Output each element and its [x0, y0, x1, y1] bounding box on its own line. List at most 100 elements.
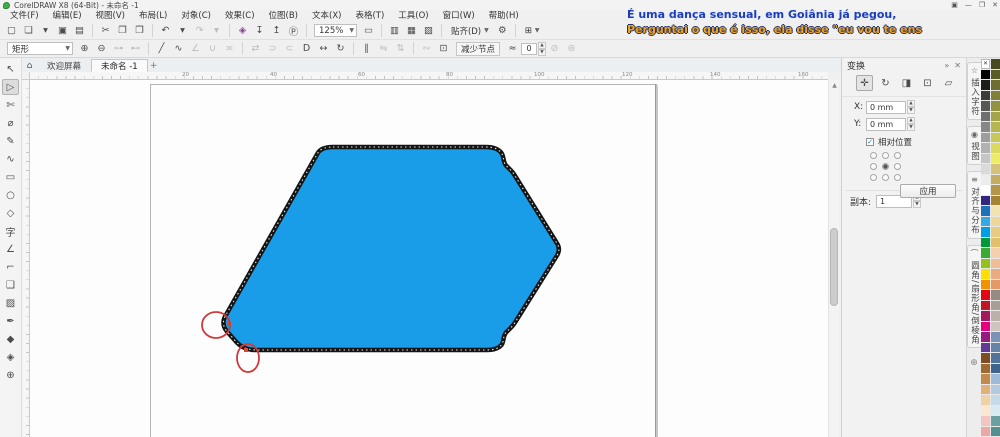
menu-item[interactable]: 帮助(H) — [482, 10, 526, 22]
add-tools-button[interactable]: ⊕ — [2, 367, 19, 383]
pick-tool[interactable]: ↖ — [2, 61, 19, 77]
color-swatch[interactable] — [981, 416, 990, 426]
docker-close-icon[interactable]: ✕ — [954, 61, 961, 70]
rotate-transform-icon[interactable]: ↻ — [877, 75, 894, 91]
color-swatch[interactable] — [991, 426, 1000, 436]
open-dropdown-icon[interactable]: ▾ — [38, 23, 53, 38]
color-swatch[interactable] — [991, 342, 1000, 352]
apply-button[interactable]: 应用 — [900, 184, 956, 198]
separator[interactable] — [353, 42, 354, 55]
delete-node-icon[interactable]: ⊖ — [94, 41, 109, 56]
color-swatch[interactable] — [981, 426, 990, 436]
color-swatch[interactable] — [991, 153, 1000, 163]
extract-subpath-icon[interactable]: ⊂ — [282, 41, 297, 56]
color-swatch[interactable] — [991, 237, 1000, 247]
color-swatch[interactable] — [991, 248, 1000, 258]
scale-mirror-transform-icon[interactable]: ◨ — [898, 75, 915, 91]
quick-customize-icon[interactable]: ⊕ — [970, 358, 978, 368]
close-button[interactable]: ✕ — [992, 0, 998, 10]
publish-pdf-icon[interactable]: Ⓟ — [286, 23, 301, 38]
color-swatch[interactable] — [981, 227, 990, 237]
color-swatch[interactable] — [991, 321, 1000, 331]
separator[interactable] — [92, 24, 93, 37]
docker-tab-view[interactable]: ◉ 视图 — [967, 126, 981, 165]
color-swatch[interactable] — [991, 363, 1000, 373]
color-swatch[interactable] — [981, 164, 990, 174]
symmetrical-node-icon[interactable]: ≍ — [222, 41, 237, 56]
color-swatch[interactable] — [981, 216, 990, 226]
color-swatch[interactable] — [991, 132, 1000, 142]
color-swatch[interactable] — [991, 279, 1000, 289]
docker-tab-corners[interactable]: ⌒ 圆角/扇形角/倒棱角 — [967, 244, 981, 349]
color-swatch[interactable] — [991, 143, 1000, 153]
color-swatch[interactable] — [991, 311, 1000, 321]
break-curve-icon[interactable]: ⊷ — [128, 41, 143, 56]
anchor-radio[interactable] — [882, 174, 889, 181]
docker-collapse-icon[interactable]: » — [944, 61, 949, 70]
docker-tab-align-distribute[interactable]: ≡ 对齐与分布 — [967, 171, 981, 239]
save-icon[interactable]: ▣ — [55, 23, 70, 38]
menu-item[interactable]: 工具(O) — [391, 10, 435, 22]
zoom-level-combo[interactable]: 125% ▼ — [314, 24, 357, 37]
color-swatch[interactable] — [991, 122, 1000, 132]
color-swatch[interactable] — [981, 122, 990, 132]
tab-untitled-1[interactable]: 未命名 -1 — [91, 59, 148, 72]
ruler-origin[interactable] — [22, 72, 30, 80]
show-rulers-icon[interactable]: ▥ — [387, 23, 402, 38]
options-gear-icon[interactable]: ⚙ — [495, 23, 510, 38]
color-swatch[interactable] — [981, 59, 990, 69]
anchor-radio[interactable] — [870, 174, 877, 181]
color-swatch[interactable] — [981, 332, 990, 342]
color-swatch[interactable] — [991, 395, 1000, 405]
color-swatch[interactable] — [991, 300, 1000, 310]
color-swatch[interactable] — [981, 374, 990, 384]
transparency-tool[interactable]: ▨ — [2, 295, 19, 311]
color-swatch[interactable] — [981, 321, 990, 331]
reverse-direction-icon[interactable]: ⇄ — [248, 41, 263, 56]
ellipse-tool[interactable]: ○ — [2, 187, 19, 203]
color-swatch[interactable] — [981, 353, 990, 363]
application-launcher-button[interactable]: ⊞ ▼ — [520, 24, 545, 38]
color-swatch[interactable] — [981, 395, 990, 405]
color-swatch[interactable] — [981, 69, 990, 79]
color-swatch[interactable] — [981, 269, 990, 279]
redo-icon[interactable]: ↷ — [192, 23, 207, 38]
menu-item[interactable]: 对象(C) — [174, 10, 218, 22]
elastic-mode-icon[interactable]: ∾ — [419, 41, 434, 56]
separator[interactable] — [152, 24, 153, 37]
color-swatch[interactable] — [981, 363, 990, 373]
color-swatch[interactable] — [991, 59, 1000, 69]
color-swatch[interactable] — [991, 269, 1000, 279]
reduce-nodes-button[interactable]: 减少节点 — [456, 41, 501, 56]
smart-fill-tool[interactable]: ◈ — [2, 349, 19, 365]
curve-smoothness-input[interactable] — [521, 42, 538, 55]
x-stepper[interactable]: ▲ ▼ — [907, 100, 915, 114]
color-swatch[interactable] — [991, 80, 1000, 90]
align-nodes-icon[interactable]: ∥ — [359, 41, 374, 56]
join-nodes-icon[interactable]: ⊶ — [111, 41, 126, 56]
copy-icon[interactable]: ❐ — [115, 23, 130, 38]
color-swatch[interactable] — [981, 111, 990, 121]
highlighted-node[interactable] — [244, 348, 248, 352]
select-all-nodes-icon[interactable]: ⊡ — [436, 41, 451, 56]
separator[interactable] — [440, 24, 442, 37]
color-swatch[interactable] — [981, 143, 990, 153]
size-transform-icon[interactable]: ⊡ — [919, 75, 936, 91]
open-icon[interactable]: ❏ — [21, 23, 36, 38]
color-swatch[interactable] — [991, 353, 1000, 363]
color-swatch[interactable] — [981, 174, 990, 184]
anchor-radio[interactable] — [882, 152, 889, 159]
redo-dropdown-icon[interactable]: ▾ — [209, 23, 224, 38]
drop-shadow-tool[interactable]: ❑ — [2, 277, 19, 293]
menu-item[interactable]: 编辑(E) — [46, 10, 89, 22]
tab-welcome-screen[interactable]: 欢迎屏幕 — [37, 59, 91, 72]
import-icon[interactable]: ↧ — [252, 23, 267, 38]
separator[interactable] — [229, 24, 230, 37]
menu-item[interactable]: 表格(T) — [348, 10, 391, 22]
color-swatch[interactable] — [991, 332, 1000, 342]
close-curve-icon[interactable]: D — [299, 41, 314, 56]
color-swatch[interactable] — [981, 248, 990, 258]
color-swatch[interactable] — [991, 374, 1000, 384]
color-swatch[interactable] — [991, 195, 1000, 205]
add-node-icon[interactable]: ⊕ — [77, 41, 92, 56]
